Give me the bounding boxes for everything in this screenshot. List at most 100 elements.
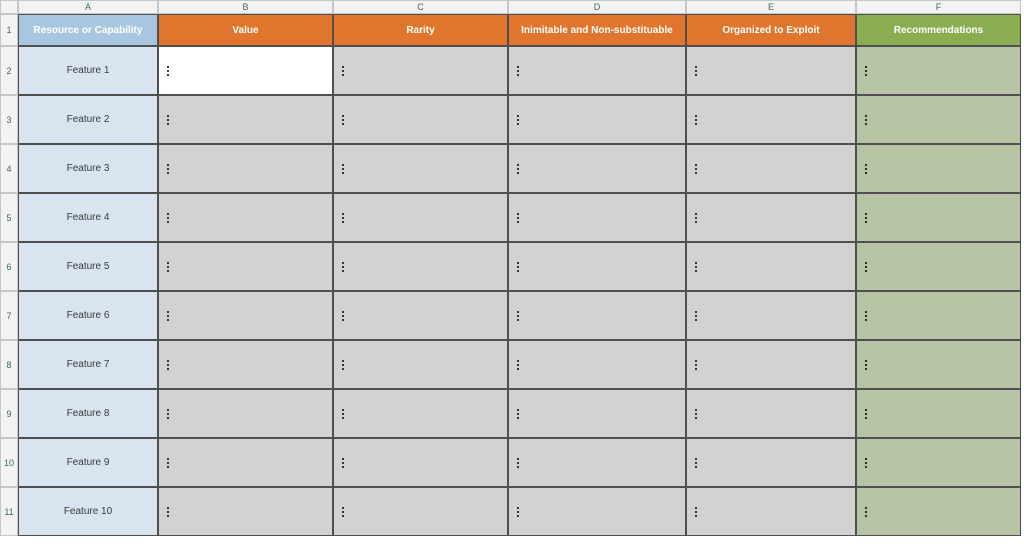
cell-A8-feature[interactable]: Feature 7: [18, 340, 158, 389]
cell-F7[interactable]: [856, 291, 1021, 340]
col-header-D[interactable]: D: [508, 0, 686, 14]
cell-D8[interactable]: [508, 340, 686, 389]
row-header-5[interactable]: 5: [0, 193, 18, 242]
cell-B10[interactable]: [158, 438, 333, 487]
row-header-1[interactable]: 1: [0, 14, 18, 46]
cell-A3-feature[interactable]: Feature 2: [18, 95, 158, 144]
col-header-E[interactable]: E: [686, 0, 856, 14]
cell-B5[interactable]: [158, 193, 333, 242]
cell-D9[interactable]: [508, 389, 686, 438]
row-header-2[interactable]: 2: [0, 46, 18, 95]
cell-A7-feature[interactable]: Feature 6: [18, 291, 158, 340]
cell-F11[interactable]: [856, 487, 1021, 536]
col-header-A[interactable]: A: [18, 0, 158, 14]
select-all-corner[interactable]: [0, 0, 18, 14]
cell-F5[interactable]: [856, 193, 1021, 242]
bullet-placeholder: [159, 409, 169, 419]
header-recommendations[interactable]: Recommendations: [856, 14, 1021, 46]
header-inimitable[interactable]: Inimitable and Non-substituable: [508, 14, 686, 46]
cell-C2[interactable]: [333, 46, 508, 95]
col-header-C[interactable]: C: [333, 0, 508, 14]
bullet-placeholder: [334, 409, 344, 419]
bullet-placeholder: [687, 409, 697, 419]
header-organized[interactable]: Organized to Exploit: [686, 14, 856, 46]
cell-C5[interactable]: [333, 193, 508, 242]
cell-C6[interactable]: [333, 242, 508, 291]
cell-C3[interactable]: [333, 95, 508, 144]
cell-C8[interactable]: [333, 340, 508, 389]
cell-B7[interactable]: [158, 291, 333, 340]
row-header-3[interactable]: 3: [0, 95, 18, 144]
col-header-F[interactable]: F: [856, 0, 1021, 14]
bullet-placeholder: [334, 507, 344, 517]
cell-E7[interactable]: [686, 291, 856, 340]
cell-E10[interactable]: [686, 438, 856, 487]
cell-A10-feature[interactable]: Feature 9: [18, 438, 158, 487]
bullet-placeholder: [159, 311, 169, 321]
cell-D11[interactable]: [508, 487, 686, 536]
cell-D7[interactable]: [508, 291, 686, 340]
cell-A2-feature[interactable]: Feature 1: [18, 46, 158, 95]
cell-B8[interactable]: [158, 340, 333, 389]
cell-F6[interactable]: [856, 242, 1021, 291]
cell-A6-feature[interactable]: Feature 5: [18, 242, 158, 291]
cell-B11[interactable]: [158, 487, 333, 536]
bullet-placeholder: [334, 262, 344, 272]
cell-C11[interactable]: [333, 487, 508, 536]
cell-F10[interactable]: [856, 438, 1021, 487]
cell-E8[interactable]: [686, 340, 856, 389]
row-header-4[interactable]: 4: [0, 144, 18, 193]
bullet-placeholder: [857, 409, 867, 419]
header-rarity[interactable]: Rarity: [333, 14, 508, 46]
bullet-placeholder: [509, 507, 519, 517]
cell-D10[interactable]: [508, 438, 686, 487]
row-header-11[interactable]: 11: [0, 487, 18, 536]
cell-B9[interactable]: [158, 389, 333, 438]
cell-E5[interactable]: [686, 193, 856, 242]
cell-F3[interactable]: [856, 95, 1021, 144]
cell-B3[interactable]: [158, 95, 333, 144]
row-header-10[interactable]: 10: [0, 438, 18, 487]
cell-B6[interactable]: [158, 242, 333, 291]
bullet-placeholder: [334, 360, 344, 370]
cell-F2[interactable]: [856, 46, 1021, 95]
cell-B4[interactable]: [158, 144, 333, 193]
bullet-placeholder: [857, 360, 867, 370]
cell-B2[interactable]: [158, 46, 333, 95]
cell-D3[interactable]: [508, 95, 686, 144]
cell-F4[interactable]: [856, 144, 1021, 193]
bullet-placeholder: [857, 164, 867, 174]
row-header-6[interactable]: 6: [0, 242, 18, 291]
cell-E4[interactable]: [686, 144, 856, 193]
row-header-7[interactable]: 7: [0, 291, 18, 340]
cell-E11[interactable]: [686, 487, 856, 536]
cell-C10[interactable]: [333, 438, 508, 487]
bullet-placeholder: [509, 164, 519, 174]
cell-A9-feature[interactable]: Feature 8: [18, 389, 158, 438]
header-resource-capability[interactable]: Resource or Capability: [18, 14, 158, 46]
bullet-placeholder: [687, 360, 697, 370]
col-header-B[interactable]: B: [158, 0, 333, 14]
cell-D6[interactable]: [508, 242, 686, 291]
header-value[interactable]: Value: [158, 14, 333, 46]
cell-A4-feature[interactable]: Feature 3: [18, 144, 158, 193]
cell-C9[interactable]: [333, 389, 508, 438]
cell-E6[interactable]: [686, 242, 856, 291]
cell-D2[interactable]: [508, 46, 686, 95]
bullet-placeholder: [159, 213, 169, 223]
cell-D4[interactable]: [508, 144, 686, 193]
cell-A5-feature[interactable]: Feature 4: [18, 193, 158, 242]
cell-E9[interactable]: [686, 389, 856, 438]
cell-F8[interactable]: [856, 340, 1021, 389]
cell-C7[interactable]: [333, 291, 508, 340]
cell-A11-feature[interactable]: Feature 10: [18, 487, 158, 536]
cell-E3[interactable]: [686, 95, 856, 144]
cell-F9[interactable]: [856, 389, 1021, 438]
cell-D5[interactable]: [508, 193, 686, 242]
cell-E2[interactable]: [686, 46, 856, 95]
row-header-9[interactable]: 9: [0, 389, 18, 438]
bullet-placeholder: [334, 115, 344, 125]
bullet-placeholder: [857, 262, 867, 272]
row-header-8[interactable]: 8: [0, 340, 18, 389]
cell-C4[interactable]: [333, 144, 508, 193]
